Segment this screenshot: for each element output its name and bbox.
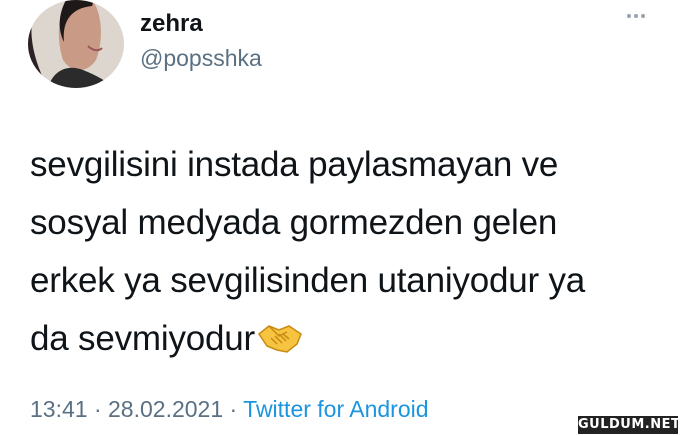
- watermark-logo: GULDUM.NET: [578, 416, 680, 434]
- display-name[interactable]: zehra: [140, 10, 203, 38]
- meta-separator: ·: [87, 396, 109, 422]
- tweet-line: sevgilisini instada paylasmayan ve: [30, 145, 559, 184]
- meta-separator: ·: [223, 396, 244, 422]
- tweet-line-last: da sevmiyodur: [30, 310, 660, 368]
- tweet-source-link[interactable]: Twitter for Android: [243, 396, 428, 422]
- handshake-icon: [258, 325, 302, 353]
- more-options-icon[interactable]: [620, 6, 652, 26]
- tweet-text: sevgilisini instada paylasmayan ve sosya…: [30, 136, 660, 368]
- user-handle[interactable]: @popsshka: [140, 45, 262, 72]
- avatar[interactable]: [28, 0, 124, 88]
- tweet-line: erkek ya sevgilisinden utaniyodur ya: [30, 261, 586, 300]
- tweet-time: 13:41: [30, 396, 88, 422]
- tweet-line: sosyal medyada gormezden gelen: [30, 203, 558, 242]
- profile-photo: [28, 0, 124, 88]
- tweet-meta: 13:41 · 28.02.2021 · Twitter for Android: [30, 396, 429, 423]
- tweet-date: 28.02.2021: [108, 396, 224, 422]
- tweet-line-text: da sevmiyodur: [30, 319, 256, 358]
